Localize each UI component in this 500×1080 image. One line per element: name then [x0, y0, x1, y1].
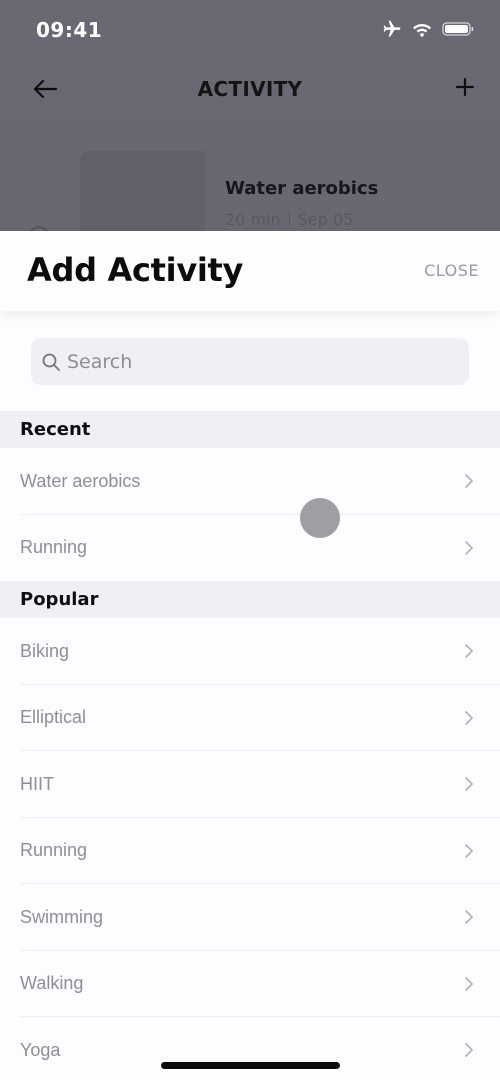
section-header-recent: Recent	[0, 411, 500, 448]
home-indicator[interactable]	[161, 1062, 340, 1069]
activity-thumbnail	[80, 151, 205, 240]
close-button[interactable]: CLOSE	[424, 261, 479, 280]
list-item-label: Running	[20, 840, 88, 861]
list-item-yoga[interactable]: Yoga	[0, 1017, 500, 1080]
list-item-running-recent[interactable]: Running	[0, 515, 500, 582]
battery-icon	[442, 22, 474, 36]
list-item-biking[interactable]: Biking	[0, 618, 500, 685]
list-item-water-aerobics[interactable]: Water aerobics	[0, 448, 500, 515]
list-item-elliptical[interactable]: Elliptical	[0, 685, 500, 752]
list-item-label: Water aerobics	[20, 470, 141, 491]
list-item-label: Running	[20, 537, 88, 558]
list-item-swimming[interactable]: Swimming	[0, 884, 500, 951]
list-item-running[interactable]: Running	[0, 818, 500, 885]
wifi-icon	[413, 24, 431, 37]
chevron-right-icon	[465, 910, 473, 925]
search-icon	[42, 353, 60, 371]
top-nav: ACTIVITY	[0, 60, 500, 118]
list-item-walking[interactable]: Walking	[0, 951, 500, 1018]
list-item-label: Swimming	[20, 906, 104, 927]
chevron-right-icon	[465, 777, 473, 792]
background-screen: 09:41 ACTIVITY Water aerobics 20 min Sep…	[0, 0, 500, 240]
chevron-right-icon	[465, 1043, 473, 1058]
sheet-title: Add Activity	[27, 251, 244, 289]
search-container	[0, 311, 500, 411]
status-time: 09:41	[36, 18, 103, 42]
list-item-label: Walking	[20, 973, 84, 994]
activity-duration: 20 min	[225, 210, 281, 229]
chevron-right-icon	[465, 843, 473, 858]
list-item-label: HIIT	[20, 773, 54, 794]
activity-date: Sep 05	[297, 210, 354, 229]
add-activity-sheet: Add Activity CLOSE Recent Water aerobics…	[0, 231, 500, 1080]
chevron-right-icon	[465, 474, 473, 489]
search-input[interactable]	[67, 350, 469, 373]
chevron-right-icon	[465, 710, 473, 725]
chevron-right-icon	[465, 644, 473, 659]
status-icons	[382, 19, 474, 39]
nav-title: ACTIVITY	[197, 77, 303, 101]
section-header-popular: Popular	[0, 581, 500, 618]
search-bar[interactable]	[31, 338, 469, 385]
airplane-mode-icon	[383, 20, 401, 37]
meta-divider	[288, 212, 290, 226]
list-item-label: Yoga	[20, 1039, 61, 1060]
chevron-right-icon	[465, 540, 473, 555]
touch-indicator	[300, 498, 340, 538]
plus-icon[interactable]	[450, 72, 480, 102]
activity-card-title: Water aerobics	[225, 178, 379, 199]
list-item-label: Elliptical	[20, 707, 87, 728]
activity-card-meta: 20 min Sep 05	[225, 210, 353, 229]
status-bar: 09:41	[0, 0, 500, 60]
list-item-hiit[interactable]: HIIT	[0, 751, 500, 818]
chevron-right-icon	[465, 976, 473, 991]
sheet-header: Add Activity CLOSE	[0, 231, 500, 311]
list-item-label: Biking	[20, 640, 70, 661]
